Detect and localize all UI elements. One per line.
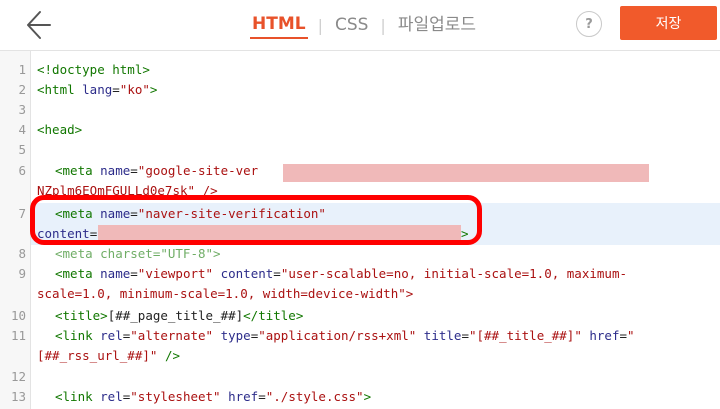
code-token: = [258, 389, 266, 404]
code-token: "[##_title_##]" [468, 328, 582, 343]
line-number: 5 [18, 142, 26, 157]
code-line: <html lang="ko"> [37, 80, 157, 100]
highlight-ring [30, 195, 482, 245]
tab-divider: | [380, 15, 386, 35]
code-token: "stylesheet" [130, 389, 221, 404]
code-token: <link [55, 328, 101, 343]
line-number: 2 [18, 82, 26, 97]
tab-divider: | [317, 15, 323, 35]
question-circle-icon[interactable]: ? [576, 11, 602, 37]
code-token: /> [157, 348, 180, 363]
arrow-left-icon [27, 11, 51, 39]
code-token: "user-scalable=no, initial-scale=1.0, ma… [280, 266, 627, 281]
code-token: = [619, 328, 628, 343]
code-editor[interactable]: 1 2 3 4 5 6 7 8 9 10 11 12 13 <!doctype … [0, 51, 720, 409]
code-token: = [130, 266, 138, 281]
code-line: <!doctype html> [37, 60, 150, 80]
code-token: [##_rss_url_##]" [37, 348, 158, 363]
code-token: name [100, 266, 131, 281]
line-number: 3 [18, 102, 26, 117]
code-line: <link rel="stylesheet" href="./style.css… [55, 387, 371, 407]
tab-html[interactable]: HTML [250, 11, 308, 39]
code-line: <link rel = "alternate" type = "application/… [55, 326, 635, 346]
line-number: 13 [10, 389, 26, 404]
line-number: 11 [10, 328, 26, 343]
code-line: <meta name="viewport" content="user-scal… [55, 264, 627, 284]
save-button[interactable]: 저장 [620, 6, 717, 40]
code-token: <meta charset="UTF-8"> [55, 246, 221, 261]
line-number: 1 [18, 62, 26, 77]
code-token: = [461, 328, 469, 343]
code-line: <meta charset="UTF-8"> [55, 244, 221, 264]
top-bar: HTML | CSS | 파일업로드 ? 저장 [0, 0, 720, 51]
code-line: scale=1.0, minimum-scale=1.0, width=devi… [37, 284, 413, 304]
code-token: <!doctype html> [37, 62, 150, 77]
code-token: "alternate" [130, 328, 214, 343]
code-token: </title> [243, 308, 304, 323]
code-token: title [416, 328, 462, 343]
code-token: = [273, 266, 281, 281]
code-token: scale=1.0, minimum-scale=1.0, width=devi… [37, 286, 414, 301]
line-number: 10 [10, 308, 26, 323]
line-number: 12 [10, 369, 26, 384]
tab-file-upload[interactable]: 파일업로드 [396, 12, 478, 38]
code-token: " [627, 328, 635, 343]
code-token: content [213, 266, 274, 281]
code-token: <title> [55, 308, 108, 323]
code-token: <head> [37, 122, 83, 137]
line-number: 6 [18, 163, 26, 178]
line-number: 8 [18, 246, 26, 261]
code-token: > [363, 389, 372, 404]
code-token: = [112, 82, 120, 97]
editor-tabs: HTML | CSS | 파일업로드 [250, 11, 478, 39]
code-line: <meta name="google-site-ver [55, 161, 258, 181]
code-token: <meta [55, 163, 101, 178]
code-line: <title>[##_page_title_##]</title> [55, 306, 303, 326]
code-token: [##_page_title_##] [107, 308, 244, 323]
line-number: 9 [18, 266, 26, 281]
code-token: lang [82, 82, 113, 97]
code-line: [##_rss_url_##]" /> [37, 346, 180, 366]
code-token: <meta [55, 266, 101, 281]
line-number: 4 [18, 122, 26, 137]
code-token: type [213, 328, 251, 343]
code-token: > [149, 82, 158, 97]
code-token: href [220, 389, 259, 404]
code-token: "application/rss+xml" [258, 328, 417, 343]
code-token: rel [100, 328, 123, 343]
code-token: = [130, 163, 138, 178]
code-token: "google-site-ver [137, 163, 259, 178]
code-token: rel [100, 389, 123, 404]
code-token: "viewport" [137, 266, 214, 281]
tab-css[interactable]: CSS [333, 12, 370, 38]
code-token: name [100, 163, 131, 178]
back-button[interactable] [18, 8, 52, 42]
line-number: 7 [18, 206, 26, 221]
code-line: <head> [37, 120, 82, 140]
code-token: <html [37, 82, 83, 97]
redaction-block [283, 164, 649, 182]
code-token: "./style.css" [265, 389, 364, 404]
code-token: href [581, 328, 620, 343]
code-token: <link [55, 389, 101, 404]
code-token: "ko" [119, 82, 150, 97]
